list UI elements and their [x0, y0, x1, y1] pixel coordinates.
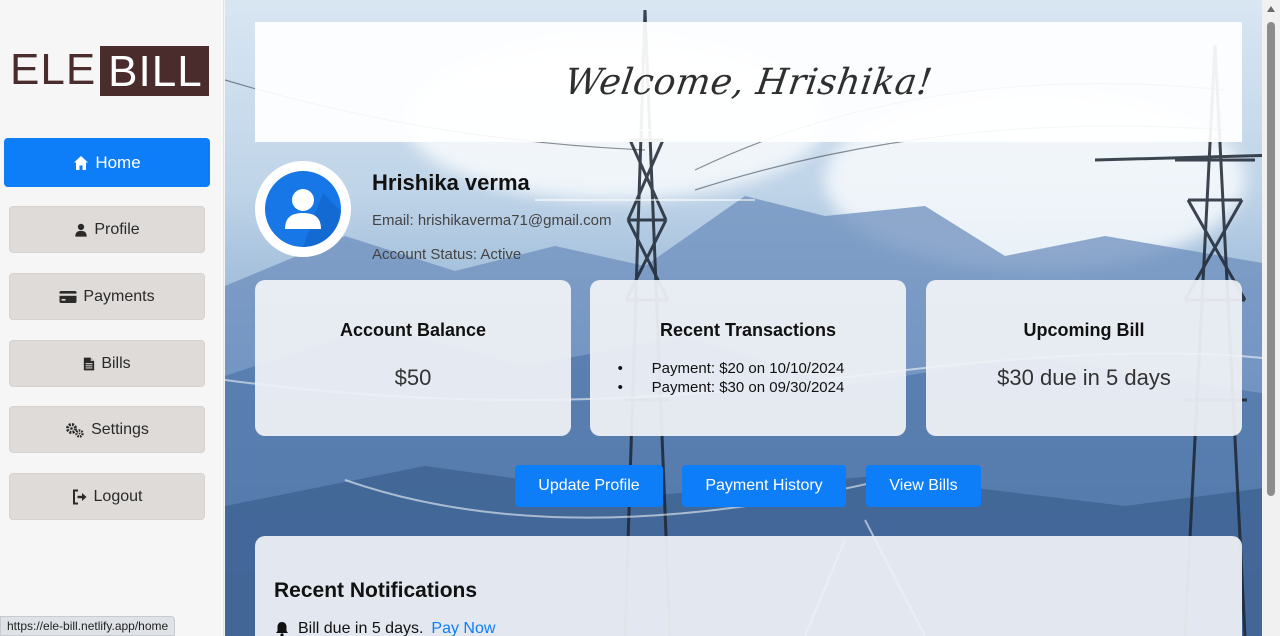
sidebar-item-label: Profile [94, 220, 140, 238]
logo: ELE BILL [10, 45, 209, 96]
user-avatar-icon [265, 171, 341, 247]
account-status: Account Status: Active [372, 246, 522, 263]
account-balance-card: Account Balance $50 [255, 280, 571, 436]
sidebar-item-label: Logout [93, 487, 143, 505]
pay-now-link[interactable]: Pay Now [431, 620, 495, 636]
main-content: Welcome, Hrishika! Hrishika verma Email:… [225, 0, 1280, 636]
upcoming-bill-card: Upcoming Bill $30 due in 5 days [926, 280, 1242, 436]
transaction-item: Payment: $20 on 10/10/2024 [618, 359, 845, 378]
credit-card-icon [59, 290, 77, 303]
sidebar-item-label: Home [95, 152, 141, 172]
logo-text-right: BILL [100, 46, 209, 96]
notifications-title: Recent Notifications [274, 579, 478, 602]
upcoming-bill-value: $30 due in 5 days [997, 365, 1171, 390]
user-name: Hrishika verma [372, 170, 530, 195]
update-profile-button[interactable]: Update Profile [515, 465, 663, 507]
sign-out-icon [72, 489, 87, 504]
cogs-icon [66, 422, 84, 438]
card-title: Account Balance [339, 320, 487, 340]
logo-text-left: ELE [10, 45, 97, 94]
home-icon [74, 155, 89, 170]
sidebar-item-settings[interactable]: Settings [9, 406, 205, 453]
welcome-title: Welcome, Hrishika! [562, 61, 935, 103]
card-title: Recent Transactions [659, 320, 837, 340]
payment-history-button[interactable]: Payment History [682, 465, 846, 507]
sidebar-item-payments[interactable]: Payments [9, 273, 205, 320]
sidebar-item-home[interactable]: Home [4, 138, 210, 187]
scrollbar-thumb[interactable] [1267, 22, 1275, 496]
notification-item: Bill due in 5 days. Pay Now [274, 620, 495, 636]
notifications-panel: Recent Notifications Bill due in 5 days.… [255, 536, 1242, 636]
sidebar-item-logout[interactable]: Logout [9, 473, 205, 520]
notification-text: Bill due in 5 days. [298, 620, 424, 636]
user-email: Email: hrishikaverma71@gmail.com [372, 212, 612, 229]
balance-value: $50 [394, 365, 432, 390]
file-icon [84, 357, 95, 370]
sidebar-item-profile[interactable]: Profile [9, 206, 205, 253]
user-silhouette-icon [285, 189, 341, 247]
user-icon [75, 223, 87, 237]
page-scrollbar[interactable] [1262, 0, 1280, 636]
sidebar-item-label: Payments [83, 287, 155, 305]
welcome-banner: Welcome, Hrishika! [255, 22, 1242, 142]
sidebar-item-label: Bills [101, 354, 131, 372]
sidebar: ELE BILL Home Profile Payments Bills Set… [0, 0, 224, 636]
sidebar-item-label: Settings [91, 420, 149, 438]
avatar [255, 161, 351, 257]
card-title: Upcoming Bill [1023, 320, 1145, 340]
scroll-up-arrow-icon[interactable] [1267, 6, 1275, 12]
browser-status-url: https://ele-bill.netlify.app/home [0, 616, 176, 636]
transaction-item: Payment: $30 on 09/30/2024 [618, 378, 845, 397]
bell-icon [276, 622, 288, 636]
sidebar-item-bills[interactable]: Bills [9, 340, 205, 387]
transaction-list: Payment: $20 on 10/10/2024 Payment: $30 … [618, 359, 845, 397]
recent-transactions-card: Recent Transactions Payment: $20 on 10/1… [590, 280, 906, 436]
view-bills-button[interactable]: View Bills [866, 465, 981, 507]
